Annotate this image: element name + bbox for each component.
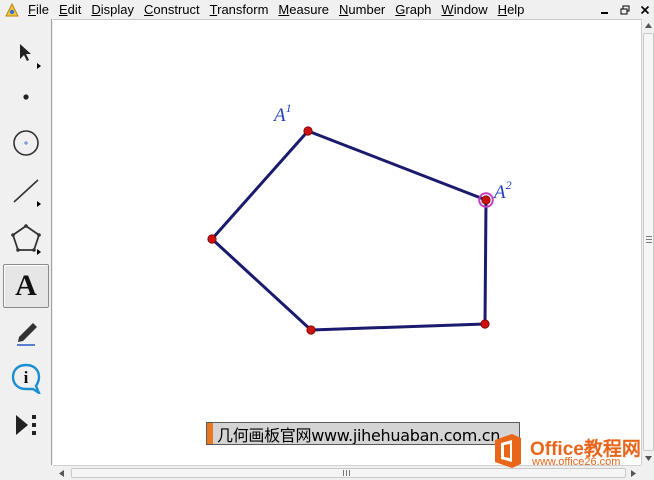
menu-label: ransform (217, 2, 269, 17)
menu-measure[interactable]: Measure (274, 0, 333, 19)
toolbox: A i (0, 19, 52, 465)
information-tool[interactable]: i (3, 356, 49, 400)
information-tool-icon: i (11, 363, 41, 394)
app-icon[interactable] (4, 2, 20, 18)
label-base: A (492, 182, 506, 203)
menu-label: dit (67, 2, 82, 17)
restore-button[interactable] (616, 1, 634, 19)
menu-label: elp (507, 2, 525, 17)
menu-list: File Edit Display Construct Transform Measure… (24, 0, 530, 19)
selection-arrow-tool[interactable] (3, 31, 49, 75)
menu-accelerator: M (278, 2, 290, 17)
text-tool[interactable]: A (3, 264, 49, 308)
menu-graph[interactable]: Graph (391, 0, 435, 19)
geometers-sketchpad-window: File Edit Display Construct Transform Measure… (0, 0, 654, 480)
scroll-up-button[interactable] (642, 19, 654, 32)
restore-icon (620, 5, 630, 14)
point-tool[interactable] (3, 75, 49, 119)
minimize-icon (601, 11, 608, 14)
menu-window[interactable]: Window (437, 0, 491, 19)
logo-url: www.office26.com (532, 456, 621, 468)
point-label-a2[interactable]: A2 (492, 178, 512, 203)
menu-accelerator: G (395, 2, 406, 17)
menu-label: raph (405, 2, 432, 17)
sketch-canvas[interactable]: A1 A2 (53, 19, 641, 465)
svg-text:i: i (24, 368, 29, 387)
vertex-point[interactable] (480, 319, 490, 329)
close-button[interactable] (636, 1, 654, 19)
selection-arrow-icon (20, 44, 31, 61)
office-logo-watermark: Office教程网 www.office26.com (492, 432, 654, 480)
menu-label: umber (348, 2, 386, 17)
tool-submenu-arrow (37, 201, 41, 207)
menu-label: isplay (100, 2, 135, 17)
custom-tool-icon (16, 415, 36, 435)
label-superscript: 1 (286, 101, 292, 115)
vertical-scroll-thumb[interactable] (643, 33, 654, 451)
vertical-scrollbar[interactable] (641, 19, 654, 465)
menu-label: ile (35, 2, 49, 17)
menu-display[interactable]: Display (87, 0, 138, 19)
marker-tool[interactable] (3, 310, 49, 354)
vertex-point[interactable] (306, 325, 316, 335)
menu-accelerator: N (339, 2, 349, 17)
menu-file[interactable]: File (24, 0, 53, 19)
custom-tool[interactable] (3, 403, 49, 447)
tool-submenu-arrow (37, 249, 41, 255)
label-base: A (272, 105, 286, 126)
point-tool-icon (23, 94, 29, 100)
menu-accelerator: H (497, 2, 508, 17)
menu-label: indow (453, 2, 488, 17)
website-watermark-banner: 几何画板官网www.jihehuaban.com.cn (206, 422, 520, 445)
menu-label: onstruct (153, 2, 200, 17)
close-icon (640, 5, 650, 14)
menu-accelerator: W (441, 2, 454, 17)
menu-accelerator: D (91, 2, 101, 17)
menu-number[interactable]: Number (335, 0, 389, 19)
scroll-left-button[interactable] (55, 467, 68, 480)
menu-accelerator: E (58, 2, 68, 17)
menu-construct[interactable]: Construct (140, 0, 204, 19)
polygon-tool[interactable] (3, 217, 49, 261)
chevron-up-icon (645, 23, 652, 28)
menu-label: easure (289, 2, 330, 17)
grip-icon (646, 236, 652, 243)
sketch-drawing: A1 A2 (207, 101, 512, 335)
point-label-a1[interactable]: A1 (272, 101, 292, 126)
pentagon-polygon[interactable] (210, 129, 488, 332)
banner-text: 几何画板官网www.jihehuaban.com.cn (217, 425, 501, 445)
chevron-left-icon (59, 470, 64, 477)
menu-accelerator: C (144, 2, 154, 17)
tool-submenu-arrow (37, 63, 41, 69)
menu-bar: File Edit Display Construct Transform Measure… (0, 0, 654, 19)
menu-transform[interactable]: Transform (206, 0, 273, 19)
straightedge-tool[interactable] (3, 169, 49, 213)
menu-accelerator: F (28, 2, 36, 17)
banner-accent (207, 423, 213, 444)
compass-tool-icon (13, 130, 39, 156)
marker-tool-icon (17, 323, 37, 346)
compass-tool[interactable] (3, 121, 49, 165)
minimize-button[interactable] (596, 1, 614, 19)
vertex-point[interactable] (207, 234, 217, 244)
office-logo-icon (495, 434, 521, 468)
vertex-point-a2[interactable] (481, 195, 491, 205)
vertex-point-a1[interactable] (303, 126, 313, 136)
grip-icon (343, 470, 350, 476)
menu-edit[interactable]: Edit (55, 0, 85, 19)
window-controls (594, 0, 654, 19)
label-superscript: 2 (506, 178, 512, 192)
text-tool-icon: A (15, 269, 37, 302)
menu-help[interactable]: Help (494, 0, 529, 19)
menu-accelerator: T (209, 2, 218, 17)
